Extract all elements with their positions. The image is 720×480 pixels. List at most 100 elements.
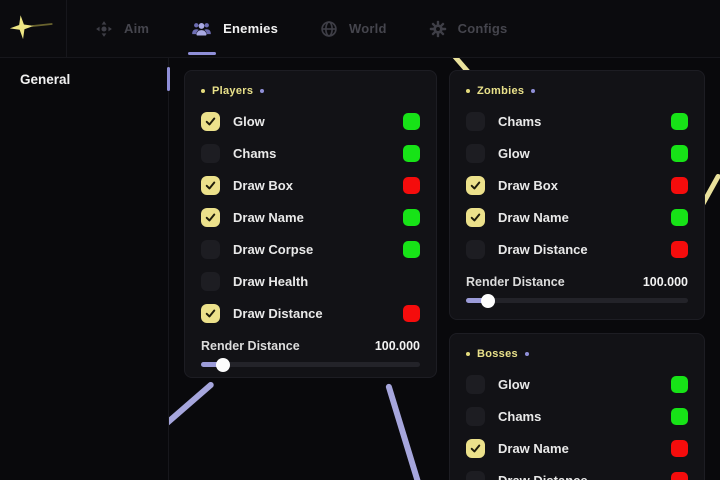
toggle-row-chams: Chams: [201, 144, 420, 163]
slider-label: Render Distance: [466, 275, 565, 289]
toggle-row-draw-corpse: Draw Corpse: [201, 240, 420, 259]
tab-configs[interactable]: Configs: [429, 0, 508, 57]
toggle-row-chams: Chams: [466, 407, 688, 426]
purple-dot-icon: [260, 89, 264, 93]
render-distance-slider[interactable]: [466, 298, 688, 303]
crosshair-icon: [95, 20, 113, 38]
toggle-row-draw-distance: Draw Distance: [466, 471, 688, 480]
toggle-row-draw-box: Draw Box: [201, 176, 420, 195]
active-tab-indicator: [188, 52, 216, 55]
tab-enemies-label: Enemies: [223, 21, 278, 36]
panel-header: Players: [201, 83, 420, 99]
toggle-label: Glow: [498, 377, 530, 392]
tab-aim[interactable]: Aim: [95, 0, 149, 57]
toggle-label: Chams: [233, 146, 276, 161]
color-swatch-red[interactable]: [671, 177, 688, 194]
checkbox-glow[interactable]: [466, 375, 485, 394]
top-navigation-bar: Aim Enemies: [0, 0, 720, 58]
checkbox-draw-name[interactable]: [466, 439, 485, 458]
toggle-row-draw-name: Draw Name: [466, 439, 688, 458]
color-swatch-green[interactable]: [671, 376, 688, 393]
panel-title: Zombies: [477, 85, 524, 97]
checkbox-draw-box[interactable]: [201, 176, 220, 195]
color-swatch-red[interactable]: [403, 177, 420, 194]
people-icon: [191, 20, 212, 37]
toggle-row-chams: Chams: [466, 112, 688, 131]
toggle-row-draw-health: Draw Health: [201, 272, 420, 291]
bosses-panel: Bosses Glow Chams Draw Name Draw Distance: [449, 333, 705, 480]
toggle-label: Draw Box: [498, 178, 558, 193]
color-swatch-red[interactable]: [671, 440, 688, 457]
color-swatch-green[interactable]: [403, 241, 420, 258]
checkbox-draw-health[interactable]: [201, 272, 220, 291]
slider-thumb[interactable]: [481, 294, 495, 308]
checkbox-glow[interactable]: [466, 144, 485, 163]
tab-world[interactable]: World: [320, 0, 387, 57]
slider-header: Render Distance 100.000: [201, 339, 420, 353]
cheat-menu-window: Aim Enemies: [0, 0, 720, 480]
toggle-label: Draw Name: [233, 210, 304, 225]
zombies-panel: Zombies Chams Glow Draw Box Draw Name Draw D…: [449, 70, 705, 320]
yellow-dot-icon: [466, 352, 470, 356]
color-swatch-green[interactable]: [671, 145, 688, 162]
color-swatch-red[interactable]: [671, 241, 688, 258]
color-swatch-red[interactable]: [403, 305, 420, 322]
tab-configs-label: Configs: [458, 21, 508, 36]
color-swatch-green[interactable]: [671, 408, 688, 425]
color-swatch-green[interactable]: [671, 209, 688, 226]
color-swatch-green[interactable]: [671, 113, 688, 130]
toggle-label: Draw Name: [498, 210, 569, 225]
toggle-row-draw-name: Draw Name: [201, 208, 420, 227]
purple-dot-icon: [525, 352, 529, 356]
toggle-label: Draw Distance: [233, 306, 323, 321]
toggle-label: Draw Corpse: [233, 242, 313, 257]
toggle-row-glow: Glow: [201, 112, 420, 131]
color-swatch-green[interactable]: [403, 145, 420, 162]
slider-label: Render Distance: [201, 339, 300, 353]
checkbox-draw-distance[interactable]: [201, 304, 220, 323]
checkbox-draw-name[interactable]: [466, 208, 485, 227]
toggle-label: Draw Distance: [498, 473, 588, 480]
checkbox-draw-name[interactable]: [201, 208, 220, 227]
sparkle-logo-icon: [5, 9, 60, 47]
panel-header: Bosses: [466, 346, 688, 362]
yellow-dot-icon: [466, 89, 470, 93]
toggle-row-draw-box: Draw Box: [466, 176, 688, 195]
players-panel: Players Glow Chams Draw Box Draw Name Draw C…: [184, 70, 437, 378]
checkbox-chams[interactable]: [466, 407, 485, 426]
active-sidebar-indicator: [167, 67, 170, 91]
toggle-label: Draw Box: [233, 178, 293, 193]
checkbox-chams[interactable]: [466, 112, 485, 131]
purple-dot-icon: [531, 89, 535, 93]
toggle-label: Draw Name: [498, 441, 569, 456]
checkbox-draw-box[interactable]: [466, 176, 485, 195]
toggle-label: Glow: [498, 146, 530, 161]
checkbox-chams[interactable]: [201, 144, 220, 163]
toggle-row-draw-distance: Draw Distance: [466, 240, 688, 259]
color-swatch-green[interactable]: [403, 113, 420, 130]
tab-bar: Aim Enemies: [95, 0, 507, 57]
toggle-row-draw-distance: Draw Distance: [201, 304, 420, 323]
tab-world-label: World: [349, 21, 387, 36]
sidebar-item-general[interactable]: General: [0, 57, 168, 101]
toggle-row-glow: Glow: [466, 144, 688, 163]
slider-value: 100.000: [375, 339, 420, 353]
color-swatch-green[interactable]: [403, 209, 420, 226]
color-swatch-red[interactable]: [671, 472, 688, 480]
render-distance-slider[interactable]: [201, 362, 420, 367]
panel-header: Zombies: [466, 83, 688, 99]
checkbox-draw-distance[interactable]: [466, 240, 485, 259]
toggle-row-glow: Glow: [466, 375, 688, 394]
checkbox-draw-corpse[interactable]: [201, 240, 220, 259]
gear-icon: [429, 20, 447, 38]
app-logo: [0, 0, 67, 57]
checkbox-glow[interactable]: [201, 112, 220, 131]
yellow-dot-icon: [201, 89, 205, 93]
toggle-label: Chams: [498, 409, 541, 424]
slider-thumb[interactable]: [216, 358, 230, 372]
tab-aim-label: Aim: [124, 21, 149, 36]
checkbox-draw-distance[interactable]: [466, 471, 485, 480]
toggle-label: Draw Distance: [498, 242, 588, 257]
render-distance-control: Render Distance100.000: [466, 275, 688, 303]
tab-enemies[interactable]: Enemies: [191, 0, 278, 57]
